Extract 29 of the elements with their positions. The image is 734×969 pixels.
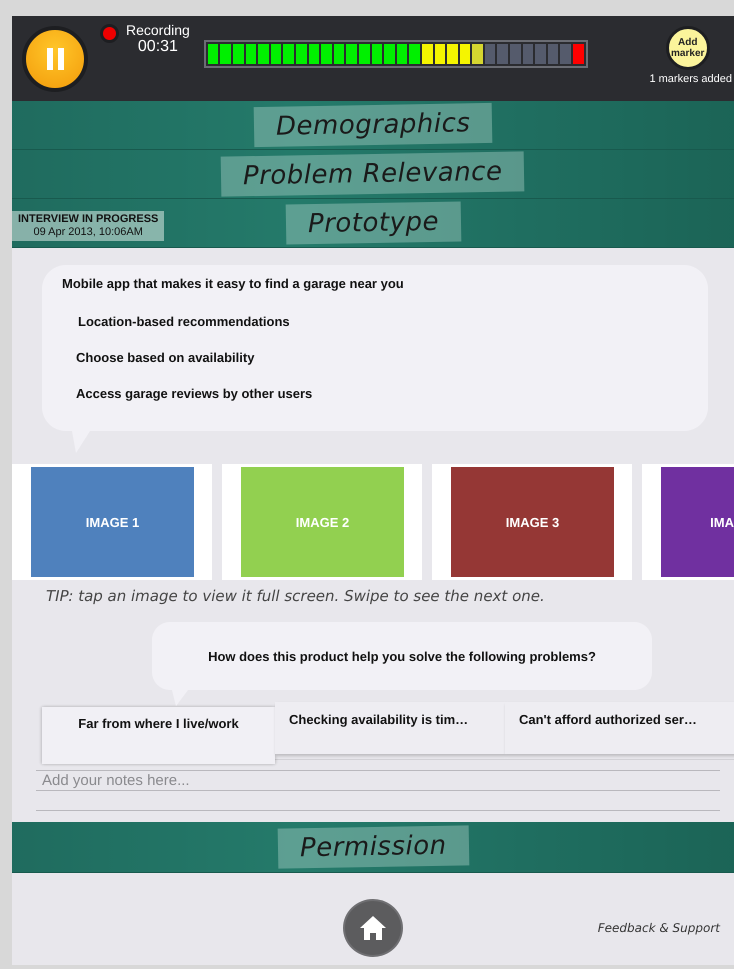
image-placeholder: IMAGE 2	[241, 467, 404, 577]
feature-item: Choose based on availability	[76, 349, 256, 367]
recording-time: 00:31	[138, 38, 178, 56]
image-placeholder: IMAGE 1	[31, 467, 194, 577]
feedback-link[interactable]: Feedback & Support	[598, 921, 720, 935]
tip-text: TIP: tap an image to view it full screen. Swipe to see the next one.	[46, 586, 546, 606]
problem-tab[interactable]: Checking availability is tim…	[275, 702, 505, 754]
feature-item: Location-based recommendations	[78, 313, 291, 331]
image-card[interactable]: IMA	[642, 464, 734, 580]
section-tab[interactable]: Prototype	[285, 201, 461, 245]
section-tab[interactable]: Permission	[277, 825, 469, 869]
interview-status: INTERVIEW IN PROGRESS	[18, 213, 158, 226]
markers-count: 1 markers added	[649, 73, 732, 85]
section-tab[interactable]: Demographics	[253, 102, 493, 148]
add-marker-button[interactable]: Add marker	[666, 26, 710, 70]
home-icon	[359, 915, 387, 941]
prototype-headline: Mobile app that makes it easy to find a garage near you	[62, 275, 405, 293]
image-placeholder: IMAGE 3	[451, 467, 614, 577]
notes-field[interactable]: Add your notes here...	[36, 771, 720, 790]
image-placeholder: IMA	[661, 467, 734, 577]
problem-tab[interactable]: Can't afford authorized ser…	[505, 702, 734, 754]
feature-item: Access garage reviews by other users	[76, 385, 314, 403]
recording-label: Recording	[126, 22, 190, 38]
image-card[interactable]: IMAGE 1	[12, 464, 212, 580]
image-card[interactable]: IMAGE 3	[432, 464, 632, 580]
section-tab[interactable]: Problem Relevance	[220, 151, 526, 197]
interview-date: 09 Apr 2013, 10:06AM	[33, 226, 143, 239]
question-text: How does this product help you solve the following problems?	[208, 648, 596, 664]
problem-tab[interactable]: Far from where I live/work	[42, 707, 275, 764]
